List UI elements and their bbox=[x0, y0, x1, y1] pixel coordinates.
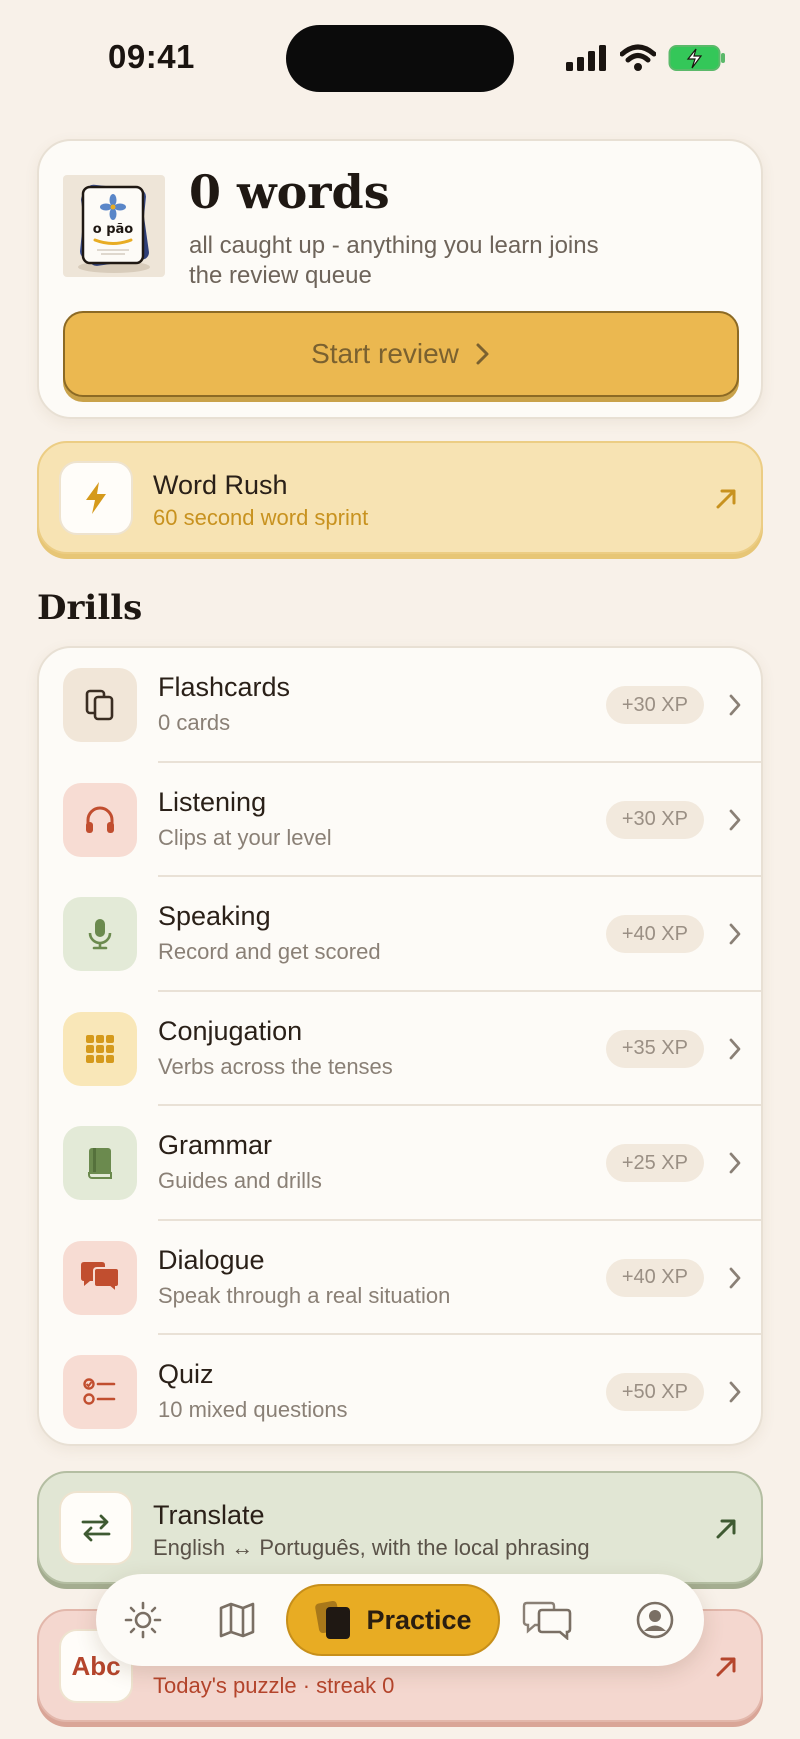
drill-title: Dialogue bbox=[158, 1244, 265, 1275]
arrow-up-right-icon bbox=[716, 1657, 736, 1677]
drill-subtitle: Record and get scored bbox=[158, 939, 381, 964]
drill-subtitle: Guides and drills bbox=[158, 1168, 322, 1193]
chevron-right-icon bbox=[729, 1152, 741, 1174]
microphone-icon bbox=[63, 897, 137, 971]
word-rush-card[interactable]: Word Rush 60 second word sprint bbox=[37, 441, 763, 554]
chat-icon bbox=[522, 1601, 572, 1640]
nav-profile-button[interactable] bbox=[632, 1597, 678, 1643]
flashcards-icon bbox=[63, 668, 137, 742]
wifi-icon bbox=[620, 44, 656, 71]
flashcard-stack-illustration: o pão bbox=[63, 175, 165, 277]
nav-chat-button[interactable] bbox=[520, 1597, 576, 1643]
lightning-icon bbox=[59, 461, 133, 535]
drill-title: Grammar bbox=[158, 1130, 272, 1160]
book-icon bbox=[63, 1126, 137, 1200]
checklist-icon bbox=[63, 1355, 137, 1429]
nav-practice-button[interactable]: Practice bbox=[286, 1584, 500, 1656]
drill-row-dialogue[interactable]: Dialogue Speak through a real situation … bbox=[39, 1221, 761, 1335]
drill-row-quiz[interactable]: Quiz 10 mixed questions +50 XP bbox=[39, 1335, 761, 1444]
drill-title: Speaking bbox=[158, 901, 271, 931]
chevron-right-icon bbox=[729, 1038, 741, 1059]
drill-title: Flashcards bbox=[158, 672, 291, 702]
word-rush-title: Word Rush bbox=[153, 470, 288, 500]
chevron-right-icon bbox=[729, 1267, 741, 1288]
chevron-right-icon bbox=[729, 809, 741, 830]
chevron-right-icon bbox=[729, 694, 741, 716]
translate-subtitle: English ↔ Português, with the local phra… bbox=[153, 1535, 590, 1560]
headphones-icon bbox=[63, 782, 137, 857]
grid-icon bbox=[63, 1011, 137, 1086]
drills-heading: Drills bbox=[37, 588, 143, 628]
start-review-button[interactable]: Start review bbox=[63, 311, 739, 397]
drill-subtitle: Clips at your level bbox=[158, 824, 332, 850]
status-time: 09:41 bbox=[108, 38, 195, 75]
bottom-nav: Practice bbox=[96, 1574, 704, 1666]
nav-today-button[interactable] bbox=[120, 1597, 166, 1643]
cards-icon bbox=[315, 1600, 351, 1639]
drill-title: Quiz bbox=[158, 1359, 214, 1389]
drill-title: Conjugation bbox=[158, 1015, 303, 1046]
puzzle-subtitle: Today's puzzle · streak 0 bbox=[153, 1673, 395, 1698]
status-bar: 09:41 bbox=[0, 0, 800, 110]
start-review-label: Start review bbox=[311, 338, 459, 369]
drill-subtitle: Speak through a real situation bbox=[158, 1282, 451, 1308]
dynamic-island bbox=[286, 25, 514, 92]
sun-icon bbox=[124, 1601, 162, 1639]
profile-icon bbox=[636, 1601, 674, 1639]
drill-subtitle: 10 mixed questions bbox=[158, 1397, 348, 1422]
xp-badge: +50 XP bbox=[605, 1373, 704, 1411]
drill-row-conjugation[interactable]: Conjugation Verbs across the tenses +35 … bbox=[39, 992, 761, 1106]
map-icon bbox=[219, 1602, 255, 1638]
arrow-up-right-icon bbox=[716, 489, 736, 509]
battery-charging-icon bbox=[668, 45, 725, 71]
xp-badge: +25 XP bbox=[605, 1144, 704, 1182]
drill-row-flashcards[interactable]: Flashcards 0 cards +30 XP bbox=[39, 648, 761, 763]
review-summary-card: o pão 0 words all caught up - anything y… bbox=[37, 139, 763, 419]
drill-row-speaking[interactable]: Speaking Record and get scored +40 XP bbox=[39, 877, 761, 992]
chevron-right-icon bbox=[729, 1381, 741, 1403]
chevron-right-icon bbox=[729, 923, 741, 945]
xp-badge: +35 XP bbox=[605, 1029, 704, 1068]
drill-row-listening[interactable]: Listening Clips at your level +30 XP bbox=[39, 763, 761, 877]
arrow-up-right-icon bbox=[716, 1519, 736, 1539]
drills-list: Flashcards 0 cards +30 XP Listening Clip… bbox=[37, 646, 763, 1446]
xp-badge: +30 XP bbox=[605, 686, 704, 724]
translate-title: Translate bbox=[153, 1500, 265, 1530]
drill-subtitle: 0 cards bbox=[158, 710, 231, 735]
drill-subtitle: Verbs across the tenses bbox=[158, 1053, 393, 1079]
xp-badge: +30 XP bbox=[605, 800, 704, 839]
swap-arrows-icon bbox=[59, 1491, 133, 1565]
nav-practice-label: Practice bbox=[366, 1604, 472, 1635]
translate-card[interactable]: Translate English ↔ Português, with the … bbox=[37, 1471, 763, 1584]
chevron-right-icon bbox=[476, 343, 489, 365]
review-status-text: all caught up - anything you learn joins… bbox=[189, 232, 599, 289]
drill-title: Listening bbox=[158, 786, 267, 817]
word-rush-subtitle: 60 second word sprint bbox=[153, 505, 369, 530]
xp-badge: +40 XP bbox=[605, 1258, 704, 1297]
chat-bubbles-icon bbox=[63, 1240, 137, 1315]
xp-badge: +40 XP bbox=[605, 915, 704, 953]
signal-icon bbox=[566, 45, 606, 71]
drill-row-grammar[interactable]: Grammar Guides and drills +25 XP bbox=[39, 1106, 761, 1221]
word-count-title: 0 words bbox=[189, 165, 390, 219]
nav-map-button[interactable] bbox=[214, 1597, 260, 1643]
status-icons bbox=[566, 40, 726, 76]
flashcard-word: o pão bbox=[93, 222, 134, 237]
